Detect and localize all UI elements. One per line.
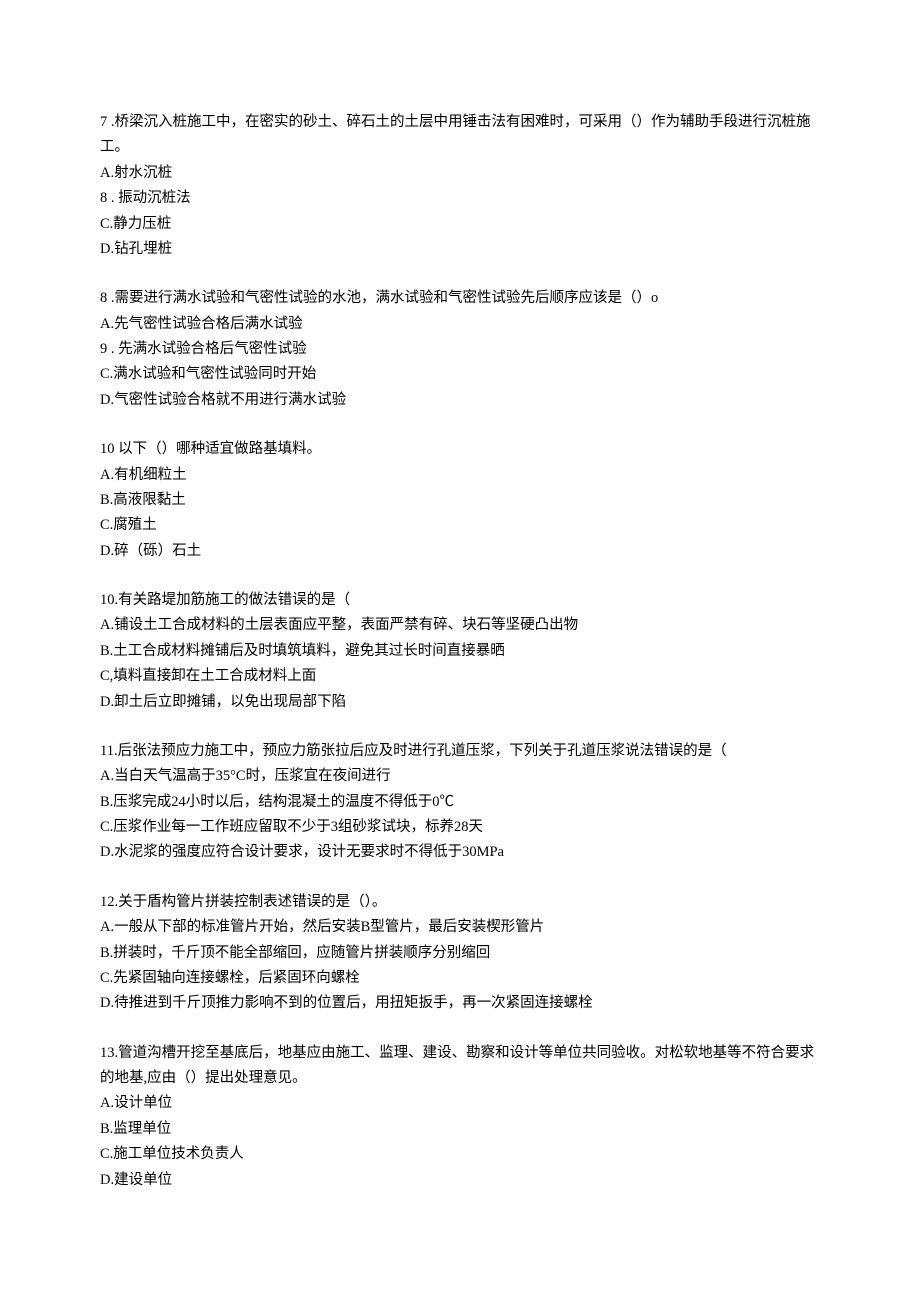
question-option: A.设计单位 <box>100 1091 820 1116</box>
question-option: D.水泥浆的强度应符合设计要求，设计无要求时不得低于30MPa <box>100 840 820 865</box>
question-option: C.静力压桩 <box>100 212 820 237</box>
question-stem: 12.关于盾构管片拼装控制表述错误的是（）。 <box>100 890 820 915</box>
question-stem: 10 以下（）哪种适宜做路基填料。 <box>100 437 820 462</box>
question-option: A.当白天气温高于35°C时，压浆宜在夜间进行 <box>100 764 820 789</box>
question-option: A.一般从下部的标准管片开始，然后安装B型管片，最后安装楔形管片 <box>100 915 820 940</box>
question-option: 8 . 振动沉桩法 <box>100 186 820 211</box>
question-option: D.钻孔埋桩 <box>100 237 820 262</box>
question-10: 10.有关路堤加筋施工的做法错误的是（ A.铺设土工合成材料的土层表面应平整，表… <box>100 588 820 715</box>
question-option: B.拼装时，千斤顶不能全部缩回，应随管片拼装顺序分别缩回 <box>100 941 820 966</box>
question-option: C.压浆作业每一工作班应留取不少于3组砂浆试块，标养28天 <box>100 815 820 840</box>
question-option: D.待推进到千斤顶推力影响不到的位置后，用扭矩扳手，再一次紧固连接螺栓 <box>100 991 820 1016</box>
question-option: 9 . 先满水试验合格后气密性试验 <box>100 337 820 362</box>
question-12: 12.关于盾构管片拼装控制表述错误的是（）。 A.一般从下部的标准管片开始，然后… <box>100 890 820 1017</box>
question-option: B.压浆完成24小时以后，结构混凝土的温度不得低于0℃ <box>100 790 820 815</box>
question-option: D.碎（砾）石土 <box>100 539 820 564</box>
question-stem: 7 .桥梁沉入桩施工中，在密实的砂土、碎石土的土层中用锤击法有困难时，可采用（）… <box>100 110 820 161</box>
question-9: 10 以下（）哪种适宜做路基填料。 A.有机细粒土 B.高液限黏土 C.腐殖土 … <box>100 437 820 564</box>
question-7: 7 .桥梁沉入桩施工中，在密实的砂土、碎石土的土层中用锤击法有困难时，可采用（）… <box>100 110 820 262</box>
question-option: C.施工单位技术负责人 <box>100 1142 820 1167</box>
question-stem: 11.后张法预应力施工中，预应力筋张拉后应及时进行孔道压浆，下列关于孔道压浆说法… <box>100 739 820 764</box>
question-option: A.射水沉桩 <box>100 161 820 186</box>
question-option: C.满水试验和气密性试验同时开始 <box>100 362 820 387</box>
question-option: A.铺设土工合成材料的土层表面应平整，表面严禁有碎、块石等坚硬凸出物 <box>100 613 820 638</box>
question-stem: 8 .需要进行满水试验和气密性试验的水池，满水试验和气密性试验先后顺序应该是（）… <box>100 286 820 311</box>
question-option: A.先气密性试验合格后满水试验 <box>100 312 820 337</box>
question-8: 8 .需要进行满水试验和气密性试验的水池，满水试验和气密性试验先后顺序应该是（）… <box>100 286 820 413</box>
question-stem: 10.有关路堤加筋施工的做法错误的是（ <box>100 588 820 613</box>
question-option: C.先紧固轴向连接螺栓，后紧固环向螺栓 <box>100 966 820 991</box>
question-option: D.气密性试验合格就不用进行满水试验 <box>100 388 820 413</box>
question-option: D.卸土后立即摊铺，以免出现局部下陷 <box>100 690 820 715</box>
question-option: B.高液限黏土 <box>100 488 820 513</box>
question-option: B.土工合成材料摊铺后及时填筑填料，避免其过长时间直接暴晒 <box>100 639 820 664</box>
question-option: C.腐殖土 <box>100 513 820 538</box>
document-page: 7 .桥梁沉入桩施工中，在密实的砂土、碎石土的土层中用锤击法有困难时，可采用（）… <box>0 0 920 1277</box>
question-13: 13.管道沟槽开挖至基底后，地基应由施工、监理、建设、勘察和设计等单位共同验收。… <box>100 1041 820 1193</box>
question-stem: 13.管道沟槽开挖至基底后，地基应由施工、监理、建设、勘察和设计等单位共同验收。… <box>100 1041 820 1092</box>
question-option: B.监理单位 <box>100 1117 820 1142</box>
question-option: C,填料直接卸在土工合成材料上面 <box>100 664 820 689</box>
question-option: A.有机细粒土 <box>100 463 820 488</box>
question-11: 11.后张法预应力施工中，预应力筋张拉后应及时进行孔道压浆，下列关于孔道压浆说法… <box>100 739 820 866</box>
question-option: D.建设单位 <box>100 1168 820 1193</box>
